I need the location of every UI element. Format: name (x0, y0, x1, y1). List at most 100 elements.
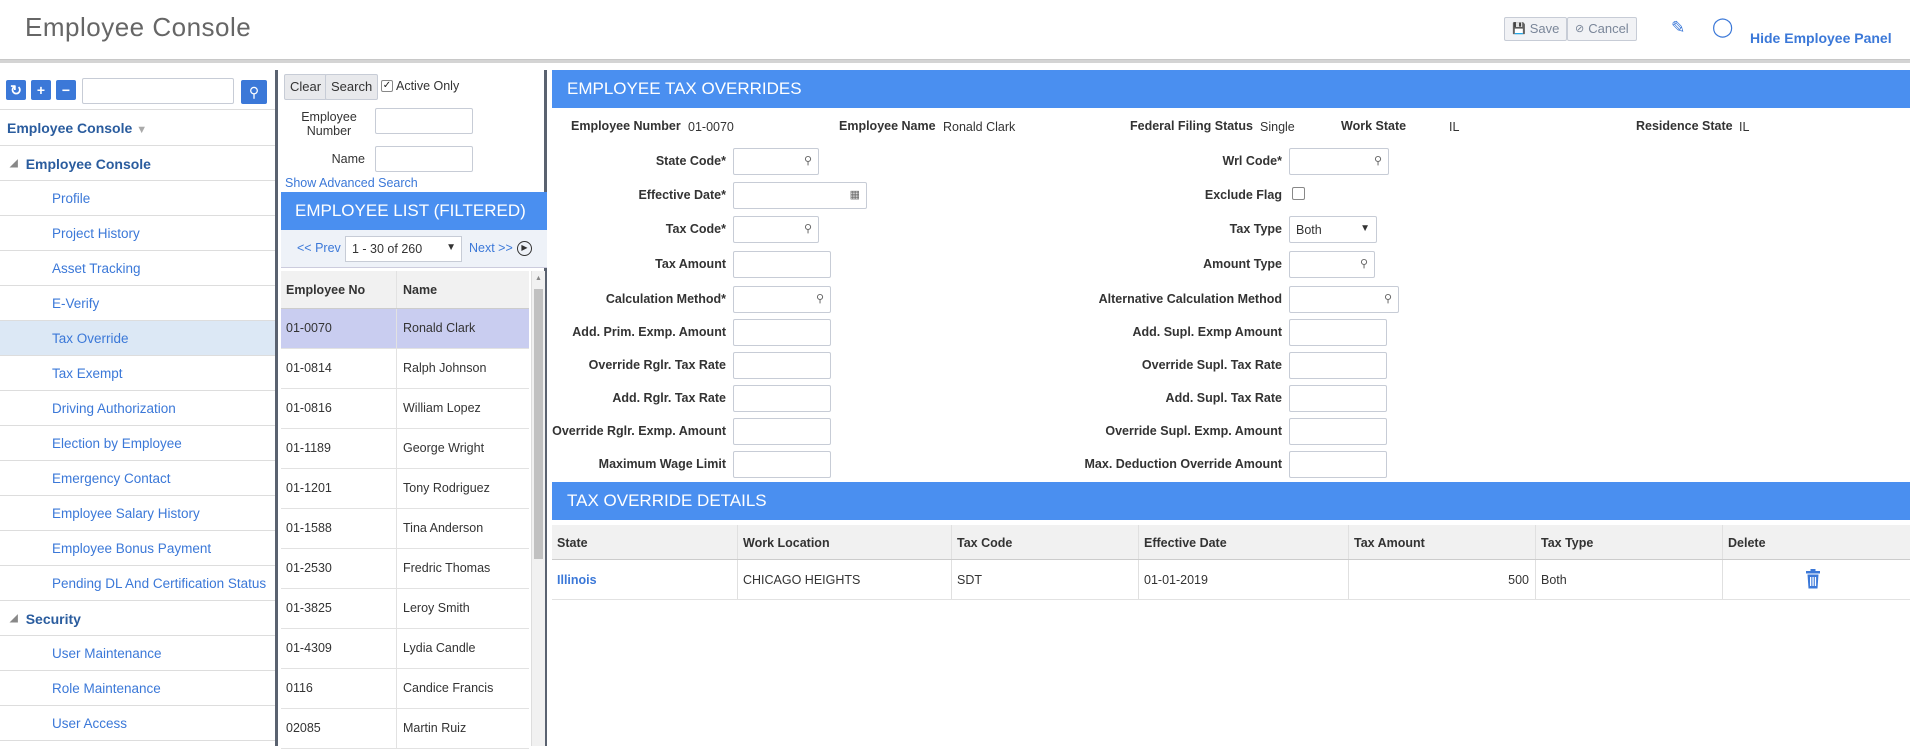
active-only-checkbox[interactable]: ✓ (381, 80, 393, 92)
nav-item-user-access[interactable]: User Access (0, 706, 275, 741)
state-link[interactable]: Illinois (557, 573, 597, 587)
alt-calc-method-input[interactable]: ⚲ (1289, 286, 1399, 313)
nav-item-project-history[interactable]: Project History (0, 216, 275, 251)
table-row[interactable]: 01-4309 Lydia Candle (281, 629, 529, 669)
add-supl-rate-input[interactable] (1289, 385, 1387, 412)
override-rglr-rate-input[interactable] (733, 352, 831, 379)
nav-group-label: Security (25, 611, 81, 627)
search-icon[interactable]: ⚲ (1360, 257, 1368, 270)
prev-page-link[interactable]: << Prev (297, 241, 341, 255)
search-icon[interactable]: ⚲ (1374, 154, 1382, 167)
search-icon[interactable]: ⚲ (1384, 292, 1392, 305)
next-page-link[interactable]: Next >> (469, 241, 513, 255)
nav-item-emergency-contact[interactable]: Emergency Contact (0, 461, 275, 496)
show-advanced-search-link[interactable]: Show Advanced Search (285, 176, 418, 190)
tax-type-select[interactable]: Both ▼ (1289, 216, 1377, 243)
search-button[interactable]: Search (325, 74, 379, 100)
col-name[interactable]: Name (397, 271, 529, 308)
collapse-icon[interactable]: − (56, 80, 76, 100)
hide-employee-panel-link[interactable]: Hide Employee Panel (1750, 30, 1892, 46)
edit-icon[interactable]: ✎ (1671, 18, 1685, 38)
override-supl-exmp-input[interactable] (1289, 418, 1387, 445)
nav-group-employee-console[interactable]: ◢ Employee Console (0, 146, 275, 181)
nav-item-tax-exempt[interactable]: Tax Exempt (0, 356, 275, 391)
col-tax-code[interactable]: Tax Code (952, 525, 1139, 559)
table-row[interactable]: 01-0070 Ronald Clark (281, 309, 529, 349)
employee-name-cell: Leroy Smith (403, 601, 470, 615)
override-rglr-rate-label: Override Rglr. Tax Rate (588, 358, 726, 372)
tax-amount-input[interactable] (733, 251, 831, 278)
user-icon[interactable]: ◯ (1712, 16, 1733, 39)
nav-search-input[interactable] (82, 78, 234, 104)
nav-item-tax-override[interactable]: Tax Override (0, 321, 275, 356)
employee-number-input[interactable] (375, 108, 473, 134)
state-code-input[interactable]: ⚲ (733, 148, 819, 175)
exclude-flag-checkbox[interactable] (1292, 187, 1305, 200)
table-row[interactable]: 0116 Candice Francis (281, 669, 529, 709)
expand-icon[interactable]: + (31, 80, 51, 100)
nav-item-driving-authorization[interactable]: Driving Authorization (0, 391, 275, 426)
calculation-method-input[interactable]: ⚲ (733, 286, 831, 313)
nav-item-profile[interactable]: Profile (0, 181, 275, 216)
page-range-select[interactable]: 1 - 30 of 260 ▼ (345, 236, 462, 262)
nav-search-button[interactable]: ⚲ (241, 80, 267, 104)
table-row[interactable]: 02085 Martin Ruiz (281, 709, 529, 749)
nav-item-salary-history[interactable]: Employee Salary History (0, 496, 275, 531)
employee-no-cell: 02085 (281, 709, 397, 748)
max-deduction-input[interactable] (1289, 451, 1387, 478)
employee-list-scrollbar[interactable]: ▲ (531, 271, 545, 746)
col-effective-date[interactable]: Effective Date (1139, 525, 1349, 559)
nav-item-election-by-employee[interactable]: Election by Employee (0, 426, 275, 461)
search-icon[interactable]: ⚲ (816, 292, 824, 305)
nav-toolbar: ↻ + − ⚲ (0, 70, 275, 110)
table-row[interactable]: 01-1588 Tina Anderson (281, 509, 529, 549)
amount-type-input[interactable]: ⚲ (1289, 251, 1375, 278)
nav-item-role-maintenance[interactable]: Role Maintenance (0, 671, 275, 706)
override-rglr-exmp-input[interactable] (733, 418, 831, 445)
add-prim-exmp-input[interactable] (733, 319, 831, 346)
app-title: Employee Console (25, 12, 252, 42)
wrl-code-input[interactable]: ⚲ (1289, 148, 1389, 175)
nav-item-e-verify[interactable]: E-Verify (0, 286, 275, 321)
col-work-location[interactable]: Work Location (738, 525, 952, 559)
col-tax-type[interactable]: Tax Type (1536, 525, 1723, 559)
calendar-icon[interactable]: ▦ (850, 188, 860, 201)
scrollbar-thumb[interactable] (534, 289, 543, 559)
col-state[interactable]: State (552, 525, 738, 559)
tax-type-cell: Both (1536, 560, 1723, 599)
table-row[interactable]: 01-3825 Leroy Smith (281, 589, 529, 629)
table-row[interactable]: 01-1201 Tony Rodriguez (281, 469, 529, 509)
play-icon[interactable]: ▶ (517, 241, 532, 256)
table-row[interactable]: 01-0816 William Lopez (281, 389, 529, 429)
search-icon[interactable]: ⚲ (804, 222, 812, 235)
table-row[interactable]: 01-1189 George Wright (281, 429, 529, 469)
max-wage-input[interactable] (733, 451, 831, 478)
col-employee-no[interactable]: Employee No (281, 271, 397, 308)
table-row[interactable]: Illinois CHICAGO HEIGHTS SDT 01-01-2019 … (552, 560, 1910, 600)
override-supl-rate-input[interactable] (1289, 352, 1387, 379)
nav-group-security[interactable]: ◢ Security (0, 601, 275, 636)
col-delete: Delete (1728, 536, 1766, 550)
cancel-button[interactable]: ⊘ Cancel (1567, 17, 1637, 41)
table-row[interactable]: 01-0814 Ralph Johnson (281, 349, 529, 389)
scroll-up-icon[interactable]: ▲ (535, 275, 542, 282)
active-only-label: Active Only (396, 79, 460, 93)
clear-button[interactable]: Clear (284, 74, 328, 100)
col-tax-amount[interactable]: Tax Amount (1349, 525, 1536, 559)
nav-root-dropdown[interactable]: Employee Console ▼ (0, 110, 275, 146)
add-supl-exmp-input[interactable] (1289, 319, 1387, 346)
nav-item-user-maintenance[interactable]: User Maintenance (0, 636, 275, 671)
save-button[interactable]: 💾 Save (1504, 17, 1568, 41)
effective-date-input[interactable]: ▦ (733, 182, 867, 209)
employee-table: Employee No Name 01-0070 Ronald Clark 01-… (281, 271, 529, 749)
nav-item-bonus-payment[interactable]: Employee Bonus Payment (0, 531, 275, 566)
refresh-icon[interactable]: ↻ (6, 80, 26, 100)
nav-item-pending-dl[interactable]: Pending DL And Certification Status (0, 566, 275, 601)
add-rglr-rate-input[interactable] (733, 385, 831, 412)
trash-icon[interactable] (1805, 569, 1821, 589)
name-input[interactable] (375, 146, 473, 172)
tax-code-input[interactable]: ⚲ (733, 216, 819, 243)
table-row[interactable]: 01-2530 Fredric Thomas (281, 549, 529, 589)
nav-item-asset-tracking[interactable]: Asset Tracking (0, 251, 275, 286)
search-icon[interactable]: ⚲ (804, 154, 812, 167)
